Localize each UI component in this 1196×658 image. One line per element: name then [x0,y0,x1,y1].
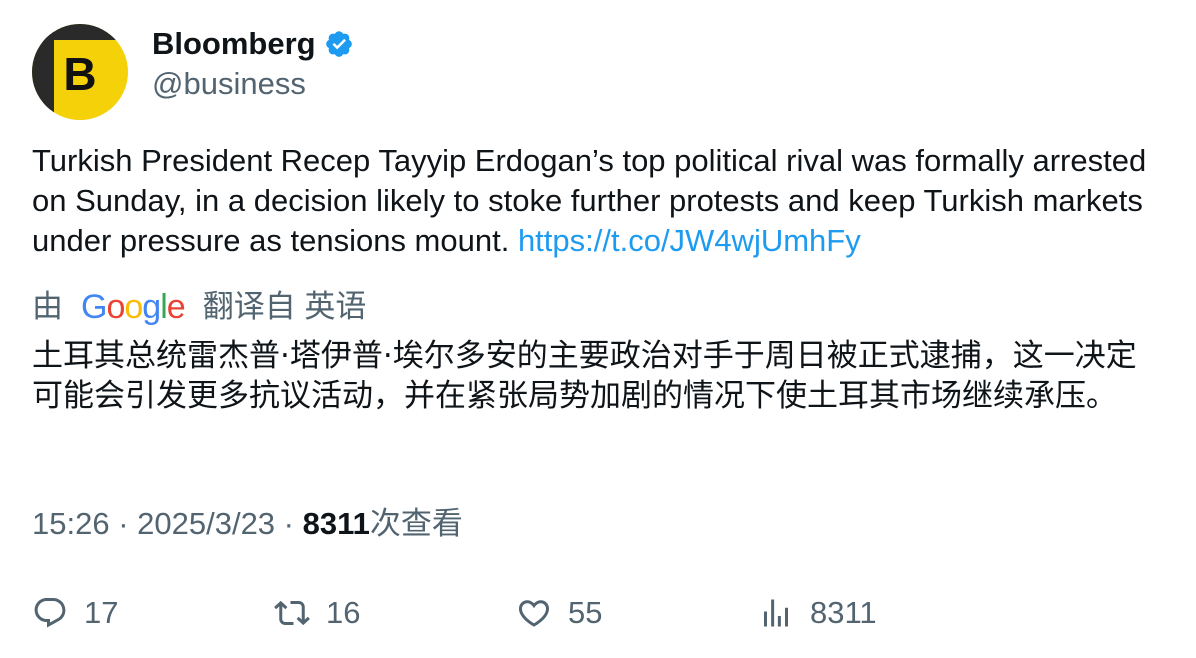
reply-button[interactable]: 17 [32,591,118,635]
avatar-logo-letter: B [63,48,97,100]
tweet-header: B Bloomberg @business [32,24,354,120]
views-count: 8311 [302,506,370,541]
heart-icon [518,600,550,627]
tweet-body: Turkish President Recep Tayyip Erdogan’s… [32,141,1164,261]
google-logo-letter: G [81,288,107,326]
reply-count: 17 [84,595,119,630]
views-action-count: 8311 [810,595,877,630]
like-count: 55 [568,595,603,630]
user-info: Bloomberg @business [152,26,354,104]
tweet-actions: 17 16 55 8311 [32,591,1164,635]
meta-separator: · [275,506,303,541]
google-logo: Google [81,287,186,327]
views-label: 次查看 [369,506,463,541]
reply-icon [34,598,66,628]
avatar[interactable]: B [32,24,128,120]
translated-tweet-text: 土耳其总统雷杰普·塔伊普·埃尔多安的主要政治对手于周日被正式逮捕，这一决定可能会… [32,338,1137,414]
google-logo-letter: g [142,288,161,326]
translated-from-label[interactable]: 翻译自 英语 [203,287,367,327]
verified-badge-icon [325,31,352,57]
tweet-date[interactable]: 2025/3/23 [137,506,275,541]
name-row: Bloomberg [152,26,354,62]
like-button[interactable]: 55 [516,591,602,635]
translation-attribution: 由 Google 翻译自 英语 [32,287,366,327]
google-logo-letter: e [166,288,186,326]
translated-by-label: 由 [32,289,63,324]
user-handle[interactable]: @business [152,64,354,104]
display-name[interactable]: Bloomberg [152,26,316,62]
google-logo-letter: o [124,288,143,326]
meta-separator: · [109,506,138,541]
retweet-button[interactable]: 16 [274,591,360,635]
views-button[interactable]: 8311 [758,591,877,635]
retweet-count: 16 [326,595,361,630]
retweet-icon [274,600,310,626]
analytics-icon [764,599,788,627]
tweet-time[interactable]: 15:26 [32,506,110,541]
tweet-link[interactable]: https://t.co/JW4wjUmhFy [518,223,861,258]
tweet-meta: 15:26 · 2025/3/23 · 8311次查看 [32,504,463,544]
google-logo-letter: o [106,288,125,326]
